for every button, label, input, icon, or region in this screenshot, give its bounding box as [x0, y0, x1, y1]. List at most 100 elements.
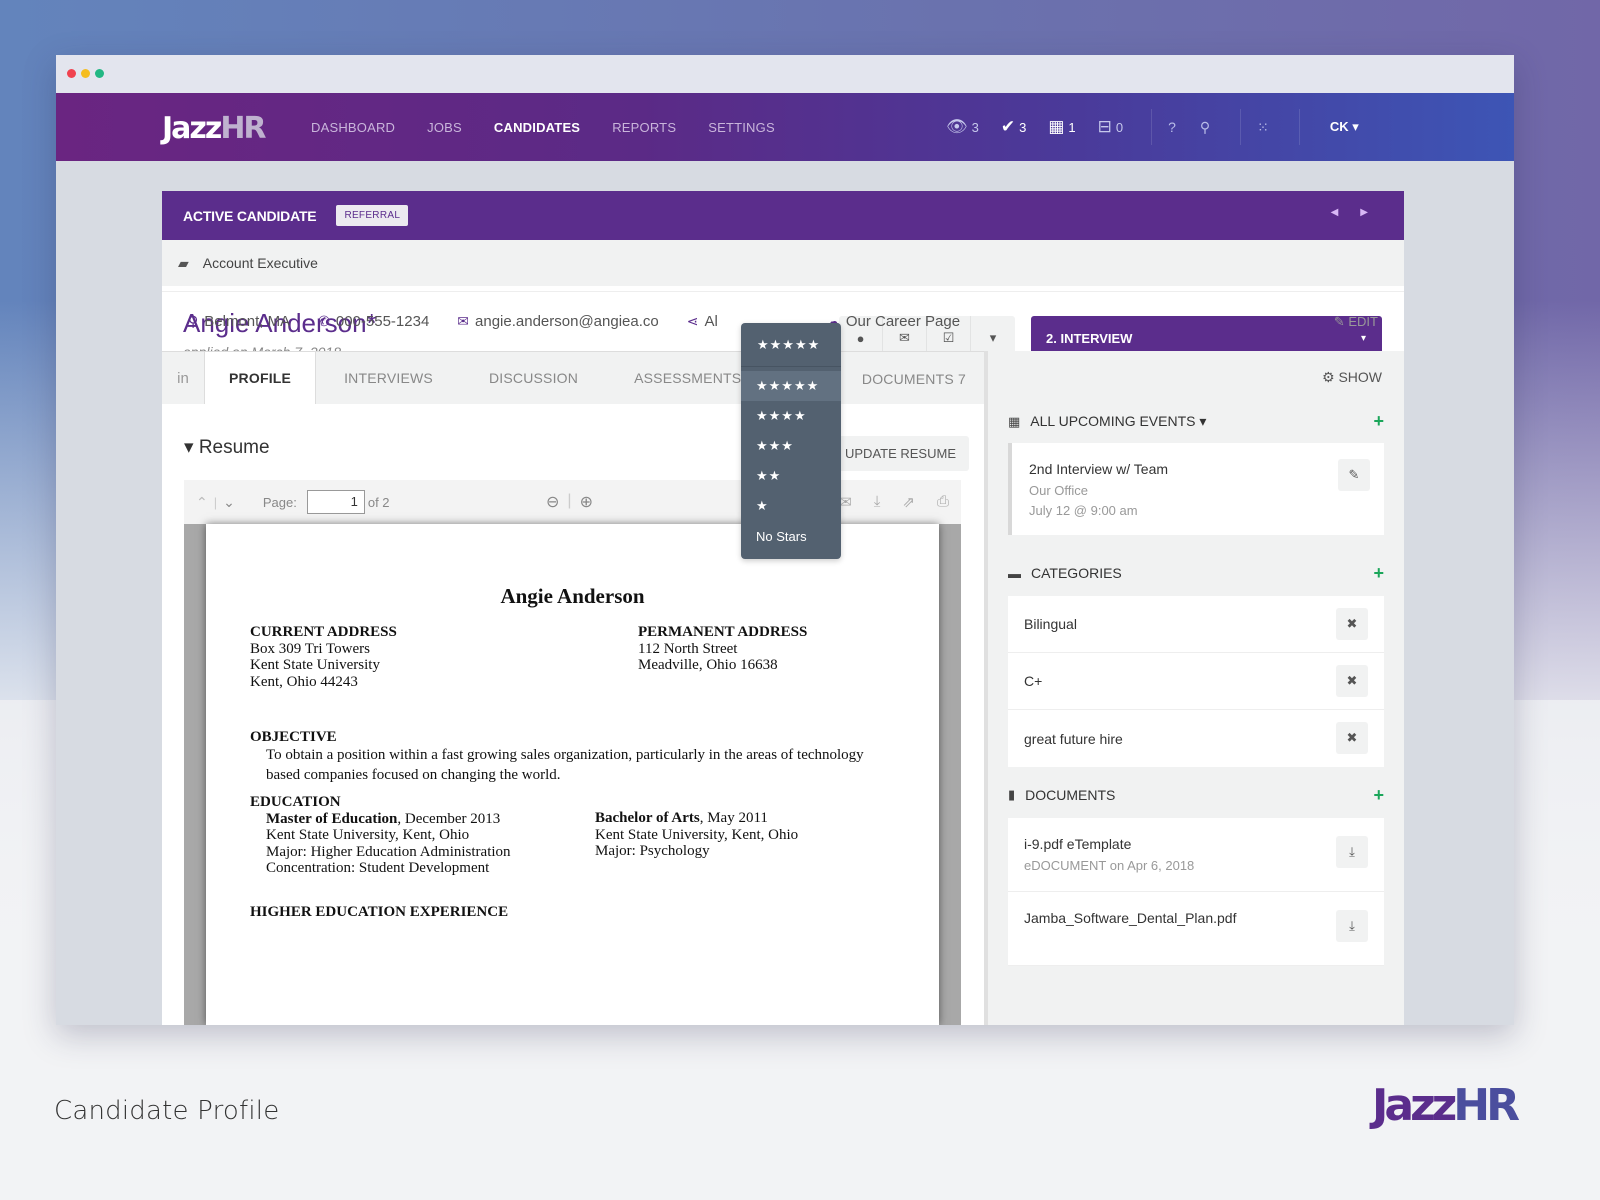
edit-label: EDIT: [1348, 313, 1378, 329]
email-icon[interactable]: ✉: [839, 493, 852, 511]
maximize-window-button[interactable]: [95, 69, 104, 78]
category-item: great future hire ✖: [1008, 710, 1384, 767]
add-document-button[interactable]: +: [1373, 785, 1384, 806]
jazzhr-logo[interactable]: JazzHR: [162, 111, 267, 146]
inbox-stat[interactable]: ⊟ 0: [1098, 117, 1123, 137]
download-document-button[interactable]: ⤓: [1336, 910, 1368, 942]
events-filter-dropdown[interactable]: ALL UPCOMING EVENTS ▾: [1030, 413, 1206, 430]
pdf-viewer[interactable]: Angie Anderson CURRENT ADDRESS Box 309 T…: [184, 524, 961, 1025]
objective-line: To obtain a position within a fast growi…: [266, 747, 864, 763]
email[interactable]: ✉ angie.anderson@angiea.co: [457, 313, 658, 330]
close-window-button[interactable]: [67, 69, 76, 78]
next-page-icon[interactable]: ⌄: [223, 494, 235, 511]
category-label: Bilingual: [1024, 616, 1077, 632]
share[interactable]: ⋖ Al: [687, 313, 718, 330]
user-menu[interactable]: CK ▾: [1330, 119, 1359, 135]
show-settings-button[interactable]: ⚙ SHOW: [1322, 369, 1382, 386]
minimize-window-button[interactable]: [81, 69, 90, 78]
remove-category-button[interactable]: ✖: [1336, 665, 1368, 697]
tab-interviews[interactable]: INTERVIEWS: [316, 352, 461, 404]
nav-right-tools: 👁 3 ✔ 3 ▦ 1 ⊟ 0 ? ⚲ ⁙ CK ▾: [946, 93, 1359, 161]
document-item[interactable]: Jamba_Software_Dental_Plan.pdf ⤓: [1008, 892, 1384, 966]
degree-date: , May 2011: [699, 810, 768, 826]
next-candidate-icon[interactable]: ▶: [1360, 207, 1368, 218]
inbox-icon: ⊟: [1097, 117, 1112, 136]
document-title: Jamba_Software_Dental_Plan.pdf: [1024, 910, 1237, 926]
remove-category-button[interactable]: ✖: [1336, 608, 1368, 640]
rating-option-5[interactable]: ★★★★★: [741, 371, 841, 401]
location: ⚲ Belmont, MA: [188, 313, 290, 330]
source-text: Our Career Page: [845, 313, 961, 330]
resume-page: Angie Anderson CURRENT ADDRESS Box 309 T…: [206, 524, 939, 1025]
update-resume-button[interactable]: UPDATE RESUME: [832, 436, 969, 471]
referral-badge: REFERRAL: [336, 205, 409, 226]
apps-grid-icon[interactable]: ⁙: [1257, 119, 1269, 136]
help-icon[interactable]: ?: [1168, 119, 1176, 135]
print-icon[interactable]: ⎙: [937, 493, 949, 511]
rating-option-2[interactable]: ★★: [741, 461, 841, 491]
current-address-title: CURRENT ADDRESS: [250, 624, 397, 640]
nav-reports[interactable]: REPORTS: [612, 120, 676, 135]
pdf-toolbar: ⌃ | ⌄ Page: 1 of 2 ⊖ | ⊕ ▤ ✉ ⤓ ⇗ ⎙: [184, 480, 961, 524]
event-card[interactable]: 2nd Interview w/ Team Our Office July 12…: [1008, 443, 1384, 535]
rating-option-4[interactable]: ★★★★: [741, 401, 841, 431]
brand-text-jazz: Jazz: [1372, 1080, 1457, 1131]
page-number-input[interactable]: 1: [306, 490, 365, 514]
remove-category-button[interactable]: ✖: [1336, 722, 1368, 754]
rating-option-1[interactable]: ★: [741, 491, 841, 521]
edit-event-button[interactable]: ✎: [1338, 459, 1370, 491]
current-rating[interactable]: ★★★★★: [741, 323, 841, 367]
share-text: Al: [704, 313, 718, 330]
experience-title: HIGHER EDUCATION EXPERIENCE: [250, 904, 509, 920]
job-bar: ▰ Account Executive: [162, 240, 1404, 286]
close-icon: ✖: [1346, 673, 1358, 688]
previous-candidate-icon[interactable]: ◀: [1331, 207, 1339, 218]
linkedin-icon[interactable]: in: [162, 352, 204, 404]
search-icon[interactable]: ⚲: [1200, 119, 1210, 136]
nav-jobs[interactable]: JOBS: [427, 120, 462, 135]
nav-dashboard[interactable]: DASHBOARD: [311, 120, 395, 135]
zoom-in-icon[interactable]: ⊕: [580, 492, 593, 512]
file-icon: ▮: [1008, 787, 1016, 802]
briefcase-icon: ▰: [178, 254, 189, 271]
job-title[interactable]: Account Executive: [203, 255, 318, 271]
profile-content: ▾ Resume UPDATE RESUME ⌃ | ⌄ Page: 1 of …: [162, 404, 984, 1025]
check-icon: ✔: [1000, 117, 1016, 136]
education: EDUCATION Master of Education, December …: [250, 794, 511, 877]
previous-page-icon[interactable]: ⌃: [196, 494, 208, 511]
resume-name: Angie Anderson: [500, 584, 645, 608]
download-icon[interactable]: ⤓: [874, 493, 881, 511]
tab-documents[interactable]: DOCUMENTS 7: [862, 352, 966, 405]
phone-icon: ✆: [318, 313, 330, 329]
zoom-out-icon[interactable]: ⊖: [546, 492, 559, 512]
download-icon: ⤓: [1349, 918, 1355, 933]
nav-settings[interactable]: SETTINGS: [708, 120, 775, 135]
rating-dropdown: ★★★★★ ★★★★★ ★★★★ ★★★ ★★ ★ No Stars: [741, 323, 841, 559]
degree-name: Master of Education: [266, 810, 398, 827]
edit-contact-link[interactable]: ✎ EDIT: [1334, 314, 1378, 330]
nav-candidates[interactable]: CANDIDATES: [494, 120, 580, 135]
candidate-status-bar: ACTIVE CANDIDATE REFERRAL ◀ ▶: [162, 191, 1404, 240]
phone[interactable]: ✆ 000-555-1234: [318, 313, 429, 330]
download-document-button[interactable]: ⤓: [1336, 836, 1368, 868]
education-degree-2: Bachelor of Arts, May 2011: [595, 810, 798, 827]
tab-discussion[interactable]: DISCUSSION: [461, 352, 606, 404]
resume-section-toggle[interactable]: ▾ Resume: [184, 436, 270, 459]
event-location: Our Office: [1029, 483, 1089, 498]
document-title: i-9.pdf eTemplate: [1024, 836, 1132, 852]
education-line: Kent State University, Kent, Ohio: [595, 826, 799, 843]
profile-tabs: in PROFILE INTERVIEWS DISCUSSION ASSESSM…: [162, 351, 984, 404]
document-item[interactable]: i-9.pdf eTemplate eDOCUMENT on Apr 6, 20…: [1008, 818, 1384, 892]
rating-option-3[interactable]: ★★★: [741, 431, 841, 461]
events-stat[interactable]: ▦ 1: [1048, 117, 1075, 137]
external-link-icon[interactable]: ⇗: [902, 493, 915, 511]
category-label: C+: [1024, 673, 1043, 689]
add-event-button[interactable]: +: [1373, 411, 1384, 432]
tasks-stat[interactable]: ✔ 3: [1001, 117, 1026, 137]
views-stat[interactable]: 👁 3: [946, 117, 979, 137]
rating-option-none[interactable]: No Stars: [741, 521, 841, 551]
nav-divider: [1298, 109, 1300, 145]
tasks-count: 3: [1019, 119, 1027, 135]
tab-profile[interactable]: PROFILE: [204, 352, 317, 404]
add-category-button[interactable]: +: [1373, 563, 1384, 584]
